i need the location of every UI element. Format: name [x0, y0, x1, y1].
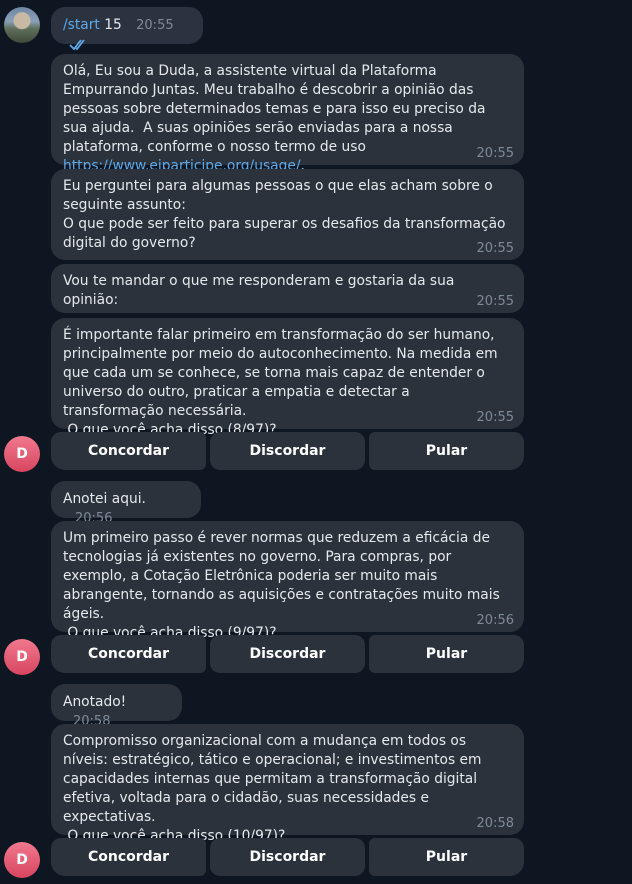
- agree-button[interactable]: Concordar: [51, 432, 206, 470]
- bot-message: Anotei aqui. 20:56: [51, 481, 201, 526]
- message-text: Olá, Eu sou a Duda, a assistente virtual…: [63, 63, 490, 155]
- inline-keyboard: Concordar Discordar Pular: [51, 838, 524, 876]
- skip-button[interactable]: Pular: [369, 838, 524, 876]
- bot-avatar[interactable]: D: [4, 842, 40, 878]
- message-time: 20:55: [476, 294, 514, 309]
- start-command-arg: 15: [104, 17, 122, 33]
- message-text: Compromisso organizacional com a mudança…: [63, 733, 482, 844]
- bot-message: Compromisso organizacional com a mudança…: [51, 724, 524, 844]
- bot-message: Olá, Eu sou a Duda, a assistente virtual…: [51, 54, 524, 174]
- bot-avatar[interactable]: D: [4, 639, 40, 675]
- disagree-button[interactable]: Discordar: [210, 838, 365, 876]
- message-text: É importante falar primeiro em transform…: [63, 327, 498, 438]
- bot-message: Anotado! 20:58: [51, 684, 182, 729]
- disagree-button[interactable]: Discordar: [210, 635, 365, 673]
- user-avatar[interactable]: [4, 7, 40, 43]
- bot-avatar[interactable]: D: [4, 436, 40, 472]
- message-time: 20:58: [476, 816, 514, 831]
- skip-button[interactable]: Pular: [369, 432, 524, 470]
- start-command-link[interactable]: /start: [63, 17, 100, 33]
- message-time: 20:55: [476, 146, 514, 161]
- agree-button[interactable]: Concordar: [51, 635, 206, 673]
- message-text: Anotei aqui.: [63, 491, 146, 507]
- message-time: 20:55: [476, 410, 514, 425]
- message-time: 20:55: [136, 18, 174, 33]
- message-time: 20:55: [476, 241, 514, 256]
- bot-message: Eu perguntei para algumas pessoas o que …: [51, 169, 524, 260]
- bot-message: Vou te mandar o que me responderam e gos…: [51, 264, 524, 313]
- disagree-button[interactable]: Discordar: [210, 432, 365, 470]
- message-time: 20:56: [476, 613, 514, 628]
- inline-keyboard: Concordar Discordar Pular: [51, 635, 524, 673]
- inline-keyboard: Concordar Discordar Pular: [51, 432, 524, 470]
- agree-button[interactable]: Concordar: [51, 838, 206, 876]
- bot-message: Um primeiro passo é rever normas que red…: [51, 521, 524, 641]
- message-text: Anotado!: [63, 694, 127, 710]
- bot-message: É importante falar primeiro em transform…: [51, 318, 524, 438]
- message-text: Eu perguntei para algumas pessoas o que …: [63, 178, 506, 251]
- skip-button[interactable]: Pular: [369, 635, 524, 673]
- message-text: Um primeiro passo é rever normas que red…: [63, 530, 500, 641]
- message-text: Vou te mandar o que me responderam e gos…: [63, 273, 459, 308]
- double-check-icon: [69, 39, 85, 51]
- user-message: /start 15 20:55: [51, 7, 203, 51]
